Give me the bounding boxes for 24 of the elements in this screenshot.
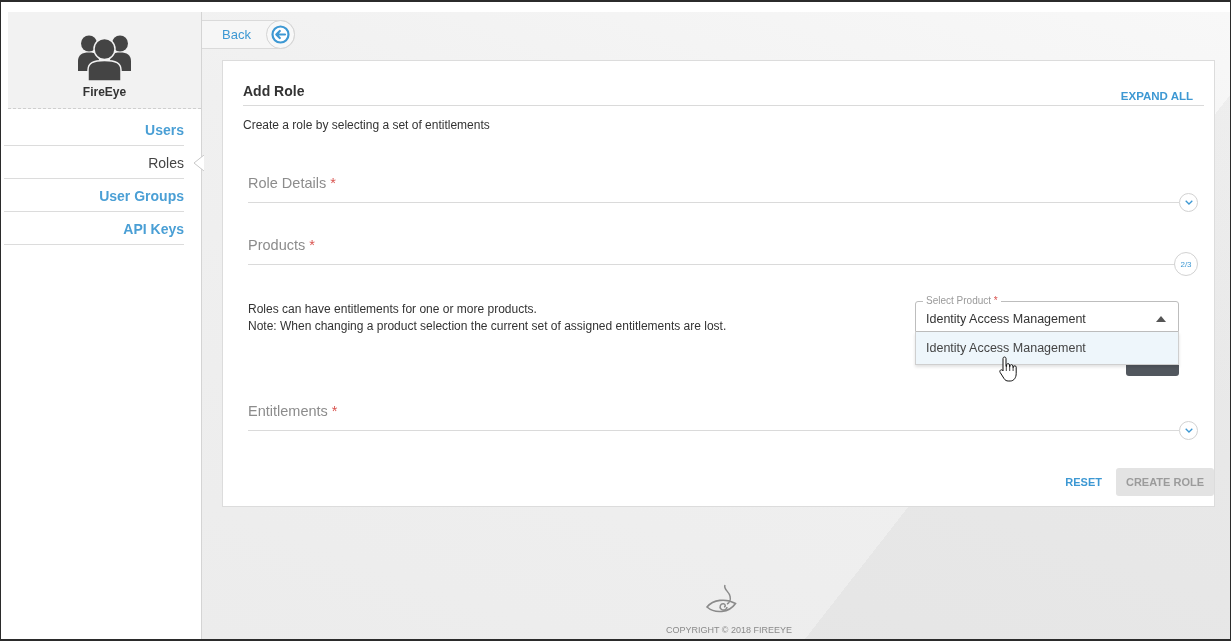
section-title[interactable]: Role Details * xyxy=(248,175,336,191)
covered-button[interactable] xyxy=(1126,365,1179,376)
back-button[interactable]: Back xyxy=(202,20,295,49)
brand-name: FireEye xyxy=(82,85,127,99)
dropdown-option[interactable]: Identity Access Management xyxy=(916,332,1178,364)
sidebar-item[interactable]: User Groups xyxy=(4,179,184,212)
expand-toggle-button[interactable] xyxy=(1179,193,1198,212)
products-note: Roles can have entitlements for one or more products. xyxy=(248,301,538,318)
section-title[interactable]: Products * xyxy=(248,237,315,253)
select-label: Select Product * xyxy=(923,295,1001,307)
expand-all-link[interactable]: EXPAND ALL xyxy=(1120,89,1193,103)
card-title: Add Role xyxy=(243,82,305,100)
select-value: Identity Access Management xyxy=(926,311,1086,326)
step-badge: 2/3 xyxy=(1174,252,1198,276)
section-title[interactable]: Entitlements * xyxy=(248,403,338,419)
card-description: Create a role by selecting a set of entitlements xyxy=(243,117,490,133)
sidebar-item[interactable]: Users xyxy=(4,113,184,146)
sidebar-item[interactable]: API Keys xyxy=(4,212,184,245)
users-group-icon xyxy=(78,35,131,82)
copyright-text: COPYRIGHT © 2018 FIREEYE xyxy=(666,624,792,636)
products-note: Note: When changing a product selection the current set of assigned entitlements are lost. xyxy=(248,318,727,335)
reset-link[interactable]: RESET xyxy=(1065,476,1102,488)
expand-toggle-button[interactable] xyxy=(1179,421,1198,440)
sidebar-item[interactable]: Roles xyxy=(4,146,184,179)
